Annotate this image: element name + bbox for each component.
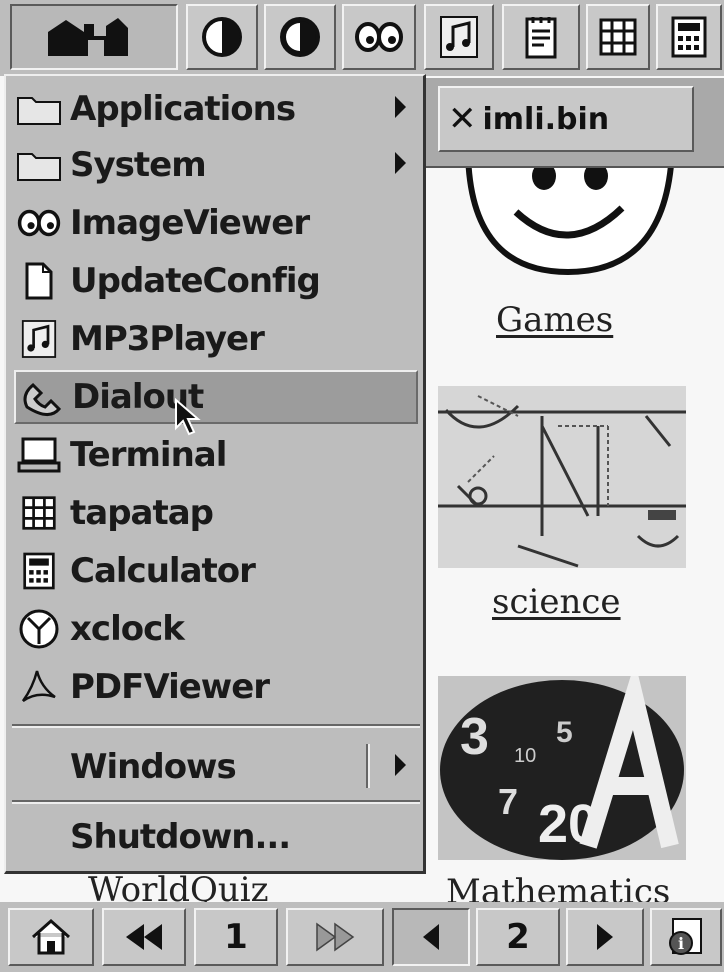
grid-icon — [599, 18, 637, 56]
science-icon-image[interactable] — [438, 386, 686, 568]
next-page-button[interactable] — [566, 908, 644, 966]
house-icon — [48, 18, 128, 56]
info-button[interactable]: i — [650, 908, 722, 966]
games-icon-image[interactable] — [460, 152, 680, 282]
bottom-toolbar: 1 2 i — [0, 902, 724, 972]
contrast-dark-icon — [280, 17, 320, 57]
home-button[interactable] — [8, 908, 94, 966]
contrast-dark-button[interactable] — [264, 4, 336, 70]
menu-item-shutdown[interactable]: Shutdown... — [14, 810, 418, 864]
svg-text:5: 5 — [556, 716, 573, 749]
clock-icon — [14, 605, 64, 653]
pdf-icon — [14, 663, 64, 711]
arrow-right-icon — [597, 924, 613, 950]
science-label[interactable]: science — [492, 582, 621, 622]
folder-icon — [14, 85, 64, 133]
window-title: imli.bin — [482, 101, 610, 137]
menu-item-calculator[interactable]: Calculator — [14, 544, 418, 598]
menu-item-updateconfig[interactable]: UpdateConfig — [14, 254, 418, 308]
menu-item-imageviewer[interactable]: ImageViewer — [14, 196, 418, 250]
folder-icon — [14, 141, 64, 189]
menu-item-pdfviewer[interactable]: PDFViewer — [14, 660, 418, 714]
music-note-icon — [440, 16, 478, 58]
page-1-button[interactable]: 1 — [194, 908, 278, 966]
menu-item-applications[interactable]: Applications — [14, 82, 418, 136]
rewind-button[interactable] — [102, 908, 186, 966]
imageviewer-launcher[interactable] — [342, 4, 416, 70]
menu-item-tapatap[interactable]: tapatap — [14, 486, 418, 540]
rewind-icon — [126, 924, 162, 950]
menu-item-dialout[interactable]: Dialout — [14, 370, 418, 436]
calculator-icon — [671, 16, 707, 58]
menu-separator — [12, 800, 420, 804]
menu-item-terminal[interactable]: Terminal — [14, 428, 418, 482]
home-folder-button[interactable] — [10, 4, 178, 70]
svg-text:7: 7 — [498, 781, 518, 822]
grid-icon — [14, 489, 64, 537]
notes-launcher[interactable] — [502, 4, 580, 70]
menu-item-xclock[interactable]: xclock — [14, 602, 418, 656]
games-label[interactable]: Games — [496, 300, 613, 340]
prev-page-button[interactable] — [392, 908, 470, 966]
svg-text:10: 10 — [514, 745, 536, 767]
menu-item-windows[interactable]: Windows — [14, 740, 418, 794]
house-icon — [32, 918, 70, 955]
calculator-launcher[interactable] — [656, 4, 722, 70]
window-list: ✕ imli.bin — [426, 78, 724, 168]
mathematics-icon-image[interactable]: 3 10 5 7 20 — [438, 676, 686, 860]
menu-item-mp3player[interactable]: MP3Player — [14, 312, 418, 366]
fast-forward-button[interactable] — [286, 908, 384, 966]
submenu-arrow-icon — [395, 152, 406, 174]
menu-divider — [366, 744, 370, 788]
phone-icon — [16, 373, 66, 421]
music-note-icon — [14, 315, 64, 363]
contrast-light-button[interactable] — [186, 4, 258, 70]
window-tab-imli[interactable]: ✕ imli.bin — [438, 86, 694, 152]
contrast-half-icon — [202, 17, 242, 57]
eyes-icon — [355, 22, 403, 52]
svg-text:3: 3 — [460, 708, 489, 766]
svg-text:i: i — [678, 934, 684, 953]
submenu-arrow-icon — [395, 96, 406, 118]
info-icon: i — [669, 918, 702, 955]
menu-separator — [12, 724, 420, 728]
calculator-icon — [14, 547, 64, 595]
start-menu: Applications System ImageViewer UpdateCo… — [4, 74, 426, 874]
submenu-arrow-icon — [395, 754, 406, 776]
mp3player-launcher[interactable] — [424, 4, 494, 70]
close-icon[interactable]: ✕ — [448, 99, 477, 139]
computer-icon — [14, 431, 64, 479]
document-icon — [14, 257, 64, 305]
arrow-left-icon — [423, 924, 439, 950]
page-2-button[interactable]: 2 — [476, 908, 560, 966]
fast-forward-icon — [316, 922, 355, 952]
top-toolbar — [0, 0, 724, 76]
eyes-icon — [14, 199, 64, 247]
menu-item-system[interactable]: System — [14, 138, 418, 192]
notepad-icon — [525, 17, 557, 59]
tapatap-launcher[interactable] — [586, 4, 650, 70]
